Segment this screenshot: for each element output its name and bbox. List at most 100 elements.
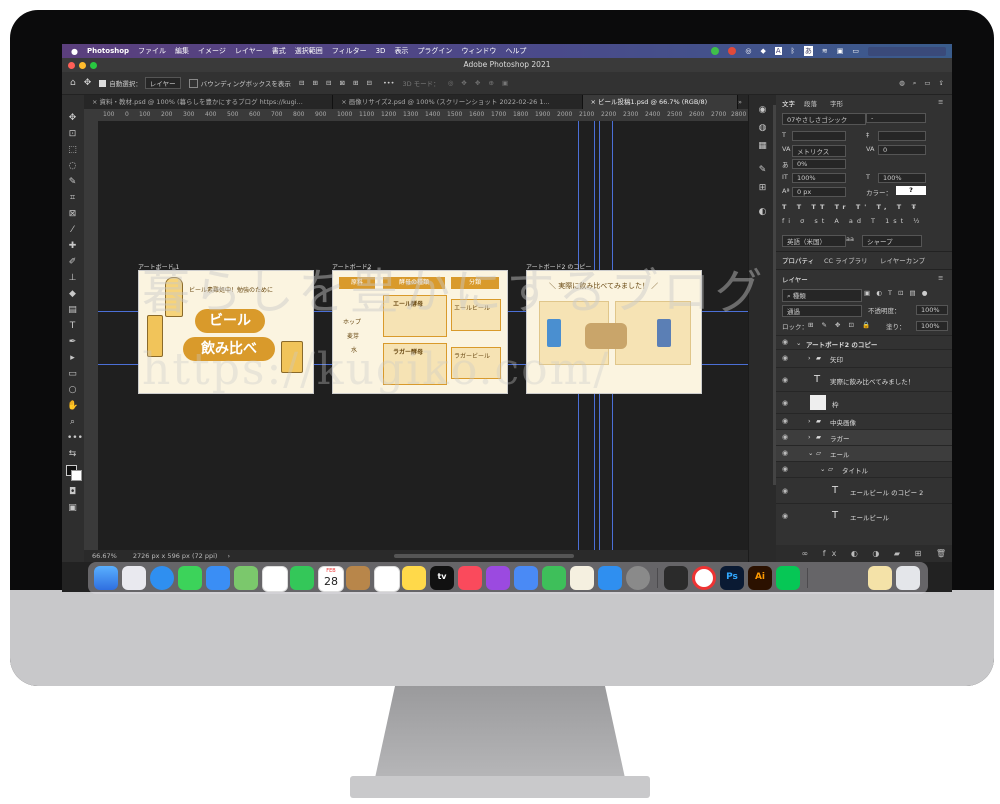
layer-filter-icons[interactable]: ▣ ◐ T ⊡ ▤ ● <box>864 289 929 297</box>
facetime-icon[interactable] <box>290 566 314 590</box>
bluetooth-icon[interactable]: ᛒ <box>791 47 795 55</box>
crop-tool-icon[interactable]: ⌗ <box>67 193 78 204</box>
search-icon[interactable]: ⌕ <box>913 79 917 88</box>
text-color-swatch[interactable]: ? <box>896 186 926 195</box>
calendar-icon[interactable]: FEB 28 <box>318 566 344 592</box>
screen-mode-icon[interactable]: ▣ <box>67 503 78 514</box>
photoshop-icon[interactable]: Ps <box>720 566 744 590</box>
expand-icon[interactable]: › <box>808 417 811 425</box>
layer-filter-dropdown[interactable]: ⌕ 種類 <box>782 289 862 302</box>
tab-cc-libraries[interactable]: CC ライブラリ <box>824 255 868 265</box>
tab-close-icon[interactable]: × <box>341 98 349 106</box>
downloads-folder-icon[interactable] <box>868 566 892 590</box>
visibility-icon[interactable]: ◉ <box>782 449 788 457</box>
tab-paragraph[interactable]: 段落 <box>804 98 817 108</box>
vertical-ruler[interactable] <box>84 109 98 554</box>
expand-icon[interactable]: › <box>808 354 811 362</box>
hand-tool-icon[interactable]: ✋ <box>67 401 78 412</box>
home-icon[interactable]: ⌂ <box>70 78 76 88</box>
trash-icon[interactable] <box>896 566 920 590</box>
menu-3d[interactable]: 3D <box>376 47 386 55</box>
mail-icon[interactable] <box>206 566 230 590</box>
status-line-icon[interactable] <box>711 47 720 55</box>
background-color-swatch[interactable] <box>71 470 82 481</box>
tab-document-1[interactable]: × 資料・教材.psd @ 100% (暮らしを豊かにするブログ https:/… <box>84 95 334 109</box>
launchpad-icon[interactable] <box>122 566 146 590</box>
control-center-icon[interactable]: ▣ <box>837 47 844 55</box>
photos-icon[interactable] <box>262 566 288 592</box>
anti-alias-dropdown[interactable]: シャープ <box>862 235 922 247</box>
more-options-icon[interactable]: ••• <box>383 79 395 87</box>
path-select-tool-icon[interactable]: ▸ <box>67 353 78 364</box>
layer-row[interactable]: ◉ › ▰ 矢印 <box>776 349 952 368</box>
expand-icon[interactable]: › <box>808 433 811 441</box>
marquee-tool-icon[interactable]: ⬚ <box>67 145 78 156</box>
expand-icon[interactable]: ⌄ <box>820 465 825 473</box>
share-icon[interactable]: ◍ <box>899 79 905 87</box>
opentype-buttons[interactable]: fi σ st A ad T 1st ½ <box>782 217 924 225</box>
finder-icon[interactable] <box>94 566 118 590</box>
eyedropper-tool-icon[interactable]: ⁄ <box>67 225 78 236</box>
canvas-area[interactable]: アートボード 1 ビール素難処中！勉強のために ビール 飲み比べ アートボード2… <box>98 121 748 554</box>
menu-file[interactable]: ファイル <box>138 46 166 56</box>
apple-icon[interactable]: ● <box>71 47 78 56</box>
ellipse-tool-icon[interactable]: ○ <box>67 385 78 396</box>
kerning-dropdown[interactable]: メトリクス <box>792 145 846 157</box>
layer-row[interactable]: ◉ ⌄ ▱ タイトル <box>776 461 952 478</box>
status-menu-icon[interactable]: › <box>228 552 231 560</box>
layer-row[interactable]: ◉ ⌄ ▱ エール <box>776 445 952 462</box>
panel-menu-icon[interactable]: ≡ <box>938 98 943 106</box>
horizontal-scale-input[interactable]: 100% <box>878 173 926 183</box>
quick-select-tool-icon[interactable]: ✎ <box>67 177 78 188</box>
visibility-icon[interactable]: ◉ <box>782 354 788 362</box>
status-record-icon[interactable] <box>728 47 737 55</box>
expand-icon[interactable]: ⌄ <box>796 339 801 347</box>
baseline-shift-input[interactable]: 0 px <box>792 187 846 197</box>
safari-icon[interactable] <box>150 566 174 590</box>
lasso-tool-icon[interactable]: ◌ <box>67 161 78 172</box>
podcasts-icon[interactable] <box>486 566 510 590</box>
chrome-icon[interactable] <box>692 566 716 590</box>
pages-icon[interactable] <box>570 566 594 590</box>
close-button[interactable] <box>68 62 75 69</box>
align-icons[interactable]: ⊟ ⊞ ⊟ ⊠ ⊞ ⊟ <box>299 79 375 87</box>
app-store-icon[interactable] <box>598 566 622 590</box>
visibility-icon[interactable]: ◉ <box>782 512 788 520</box>
brush-settings-icon[interactable]: ✎ <box>757 165 768 176</box>
rectangle-tool-icon[interactable]: ▭ <box>67 369 78 380</box>
menu-window[interactable]: ウィンドウ <box>461 46 496 56</box>
tab-layer-comps[interactable]: レイヤーカンプ <box>880 255 925 265</box>
frame-tool-icon[interactable]: ⊠ <box>67 209 78 220</box>
opacity-input[interactable]: 100% <box>916 305 948 315</box>
tab-properties[interactable]: プロパティ <box>782 255 814 265</box>
apple-tv-icon[interactable]: tv <box>430 566 454 590</box>
messages-icon[interactable] <box>178 566 202 590</box>
zoom-level[interactable]: 66.67% <box>92 552 117 560</box>
tab-close-icon[interactable]: × <box>92 98 100 106</box>
numbers-icon[interactable] <box>542 566 566 590</box>
input-method-icon[interactable]: あ <box>803 46 813 56</box>
share-export-icon[interactable]: ⇪ <box>939 79 944 87</box>
fill-input[interactable]: 100% <box>916 321 948 331</box>
system-preferences-icon[interactable] <box>626 566 650 590</box>
artboard-tool-icon[interactable]: ⊡ <box>67 129 78 140</box>
menu-layer[interactable]: レイヤー <box>235 46 263 56</box>
font-style-dropdown[interactable]: - <box>866 113 926 123</box>
layer-row[interactable]: ◉ 枠 <box>776 391 952 414</box>
brush-tool-icon[interactable]: ✐ <box>67 257 78 268</box>
menu-view[interactable]: 表示 <box>394 46 408 56</box>
horizontal-scrollbar[interactable] <box>394 554 574 558</box>
layers-footer-buttons[interactable]: ∞ fx ◐ ◑ ▰ ⊞ 🗑 <box>776 545 952 562</box>
libraries-panel-icon[interactable]: ◐ <box>757 207 768 218</box>
layer-row[interactable]: ◉ T エールビール のコピー 2 <box>776 477 952 504</box>
keynote-icon[interactable] <box>514 566 538 590</box>
tsume-input[interactable]: 0% <box>792 159 846 169</box>
text-style-buttons[interactable]: T T TT Tr T' T, T Ŧ <box>782 203 920 211</box>
menu-image[interactable]: イメージ <box>198 46 226 56</box>
visibility-icon[interactable]: ◉ <box>782 417 788 425</box>
tabs-overflow-icon[interactable]: » <box>738 95 748 109</box>
zoom-button[interactable] <box>90 62 97 69</box>
pen-tool-icon[interactable]: ✒ <box>67 337 78 348</box>
visibility-icon[interactable]: ◉ <box>782 376 788 384</box>
vertical-scale-input[interactable]: 100% <box>792 173 846 183</box>
